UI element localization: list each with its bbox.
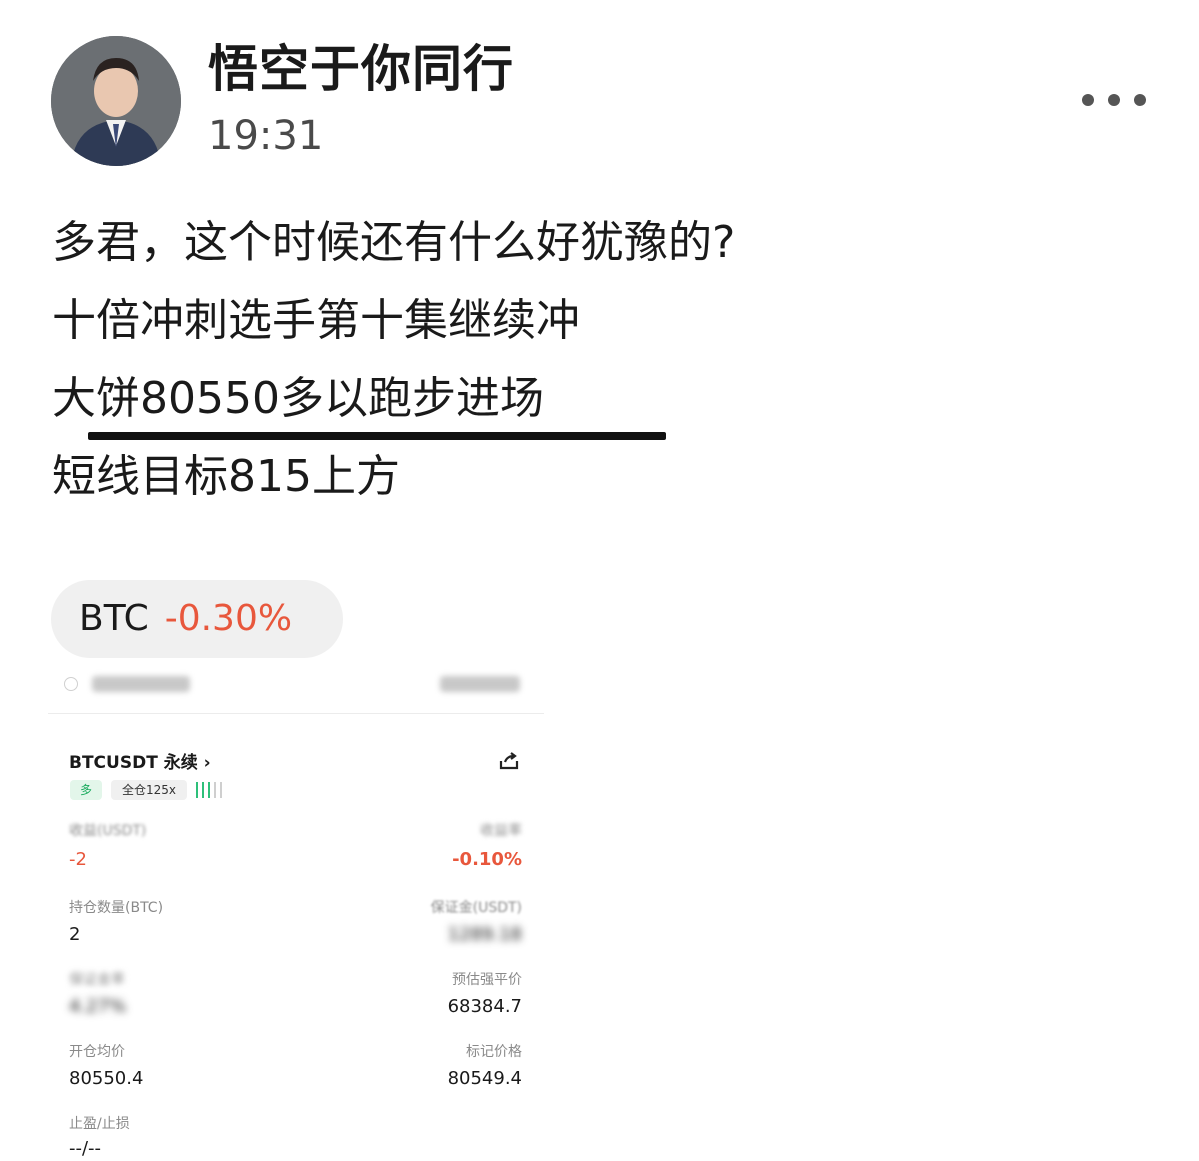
ticker-change: -0.30%: [164, 598, 293, 639]
entry-price-label: 开仓均价: [69, 1044, 125, 1060]
roi-value: -0.10%: [452, 849, 522, 870]
pnl-value: -2: [69, 849, 87, 870]
post-line: 大饼80550多以跑步进场: [52, 373, 544, 424]
avatar-portrait-icon: [51, 36, 181, 166]
author-avatar[interactable]: [51, 36, 181, 166]
margin-ratio-value: 4.27%: [69, 996, 127, 1017]
side-badge: 多: [70, 780, 102, 800]
margin-mode-badge[interactable]: 全仓125x: [111, 780, 187, 800]
blurred-text: [440, 676, 520, 692]
post-time: 19:31: [208, 113, 324, 159]
radio-icon: [64, 677, 78, 691]
post-line: 多君，这个时候还有什么好犹豫的?: [52, 217, 736, 268]
position-screenshot[interactable]: BTCUSDT 永续 › 多 全仓125x 收益(USDT) -2 收益率 -0…: [48, 666, 544, 1161]
risk-level-icon: [196, 782, 222, 798]
share-icon[interactable]: [498, 750, 520, 772]
post-text: 多君，这个时候还有什么好犹豫的? 十倍冲刺选手第十集继续冲 大饼80550多以跑…: [52, 204, 735, 516]
pair-title[interactable]: BTCUSDT 永续 ›: [69, 748, 211, 773]
tpsl-label: 止盈/止损: [69, 1116, 130, 1132]
chevron-right-icon: ›: [203, 753, 211, 773]
liq-price-label: 预估强平价: [452, 972, 522, 988]
post-line: 十倍冲刺选手第十集继续冲: [52, 295, 580, 346]
divider: [48, 713, 544, 714]
margin-value: 1289.18: [447, 924, 522, 945]
blurred-text: [92, 676, 190, 692]
pair-label: BTCUSDT 永续: [69, 753, 198, 773]
ticker-tag[interactable]: BTC -0.30%: [51, 580, 343, 658]
size-value: 2: [69, 924, 81, 945]
roi-label: 收益率: [480, 823, 522, 839]
handwritten-underline: [88, 432, 666, 440]
pnl-label: 收益(USDT): [69, 823, 147, 839]
margin-ratio-label: 保证金率: [69, 972, 125, 988]
mark-price-label: 标记价格: [466, 1044, 522, 1060]
tpsl-value[interactable]: --/--: [69, 1138, 101, 1159]
ticker-symbol: BTC: [79, 598, 149, 639]
author-name[interactable]: 悟空于你同行: [208, 36, 514, 102]
margin-label: 保证金(USDT): [430, 900, 522, 916]
size-label: 持仓数量(BTC): [69, 900, 164, 916]
mark-price-value: 80549.4: [447, 1068, 522, 1089]
more-dots-icon[interactable]: [1082, 88, 1146, 112]
post-line: 短线目标815上方: [52, 451, 400, 502]
liq-price-value: 68384.7: [447, 996, 522, 1017]
entry-price-value: 80550.4: [69, 1068, 144, 1089]
